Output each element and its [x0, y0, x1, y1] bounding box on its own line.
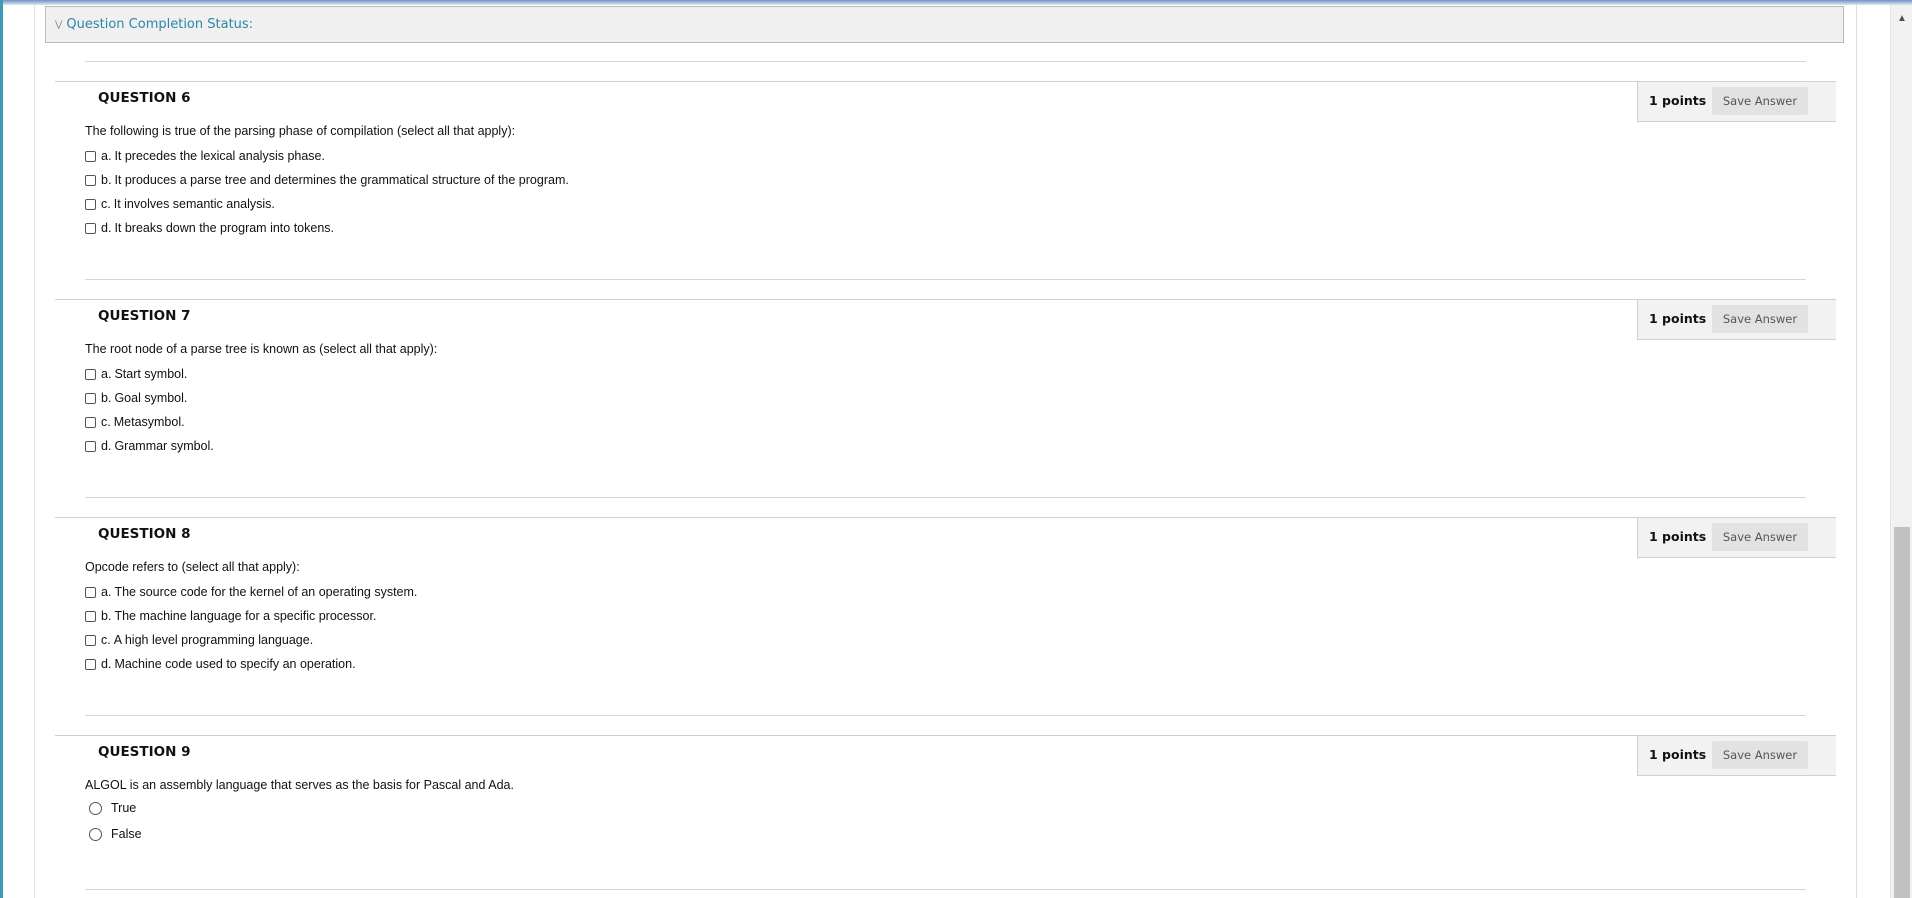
option-text[interactable]: Goal symbol. [114, 391, 187, 405]
points-label: 1 points [1649, 311, 1707, 326]
save-answer-button[interactable]: Save Answer [1712, 87, 1808, 115]
points-panel: 1 points Save Answer [1637, 518, 1836, 558]
checkbox[interactable] [85, 610, 96, 622]
option-letter: c. [101, 415, 111, 429]
checkbox[interactable] [85, 634, 96, 646]
save-answer-button[interactable]: Save Answer [1712, 741, 1808, 769]
chevron-down-icon[interactable]: ⋁ [55, 19, 62, 30]
assessment-page: ⋁ Question Completion Status: QUESTION 6… [0, 0, 1912, 898]
answer-option[interactable]: c. Metasymbol. [85, 415, 185, 429]
option-text[interactable]: Machine code used to specify an operatio… [114, 657, 355, 671]
window-top-edge [0, 0, 1912, 5]
question-completion-status-bar[interactable]: ⋁ Question Completion Status: [45, 6, 1844, 43]
points-panel: 1 points Save Answer [1637, 736, 1836, 776]
question-prompt: The root node of a parse tree is known a… [85, 342, 438, 356]
option-text[interactable]: The source code for the kernel of an ope… [114, 585, 417, 599]
answer-option[interactable]: b. Goal symbol. [85, 391, 187, 405]
checkbox[interactable] [85, 150, 96, 162]
points-panel: 1 points Save Answer [1637, 82, 1836, 122]
scroll-up-arrow-icon[interactable]: ▲ [1891, 9, 1912, 27]
option-text[interactable]: True [111, 801, 136, 815]
option-text[interactable]: It breaks down the program into tokens. [114, 221, 334, 235]
answer-option[interactable]: b. The machine language for a specific p… [85, 609, 376, 623]
checkbox[interactable] [85, 586, 96, 598]
option-text[interactable]: The machine language for a specific proc… [114, 609, 376, 623]
points-label: 1 points [1649, 747, 1707, 762]
option-text[interactable]: A high level programming language. [114, 633, 313, 647]
save-answer-button[interactable]: Save Answer [1712, 523, 1808, 551]
option-letter: b. [101, 391, 112, 405]
content-divider [1856, 5, 1857, 898]
option-letter: b. [101, 609, 112, 623]
answer-option[interactable]: a. It precedes the lexical analysis phas… [85, 149, 325, 163]
radio-button[interactable] [89, 801, 102, 815]
answer-option[interactable]: a. The source code for the kernel of an … [85, 585, 417, 599]
checkbox[interactable] [85, 658, 96, 670]
option-letter: a. [101, 367, 112, 381]
answer-option[interactable]: b. It produces a parse tree and determin… [85, 173, 569, 187]
checkbox[interactable] [85, 198, 96, 210]
option-text[interactable]: Metasymbol. [114, 415, 185, 429]
checkbox[interactable] [85, 368, 96, 380]
option-letter: a. [101, 149, 112, 163]
divider [85, 715, 1806, 716]
option-letter: d. [101, 221, 112, 235]
answer-option[interactable]: True [85, 801, 136, 815]
question-title: QUESTION 6 [98, 90, 191, 106]
divider [85, 61, 1806, 62]
option-letter: c. [101, 197, 111, 211]
checkbox[interactable] [85, 392, 96, 404]
divider [85, 889, 1806, 890]
checkbox[interactable] [85, 440, 96, 452]
radio-button[interactable] [89, 827, 102, 841]
answer-option[interactable]: c. It involves semantic analysis. [85, 197, 275, 211]
option-letter: c. [101, 633, 111, 647]
option-text[interactable]: It involves semantic analysis. [114, 197, 275, 211]
question-prompt: ALGOL is an assembly language that serve… [85, 778, 514, 792]
checkbox[interactable] [85, 416, 96, 428]
divider [55, 299, 1836, 300]
vertical-scrollbar[interactable]: ▲ [1890, 5, 1912, 898]
answer-option[interactable]: False [85, 827, 142, 841]
answer-option[interactable]: d. It breaks down the program into token… [85, 221, 334, 235]
option-letter: b. [101, 173, 112, 187]
option-text[interactable]: It precedes the lexical analysis phase. [114, 149, 325, 163]
option-text[interactable]: It produces a parse tree and determines … [114, 173, 568, 187]
answer-option[interactable]: a. Start symbol. [85, 367, 187, 381]
points-panel: 1 points Save Answer [1637, 300, 1836, 340]
divider [55, 735, 1836, 736]
divider [85, 497, 1806, 498]
points-label: 1 points [1649, 529, 1707, 544]
option-text[interactable]: Start symbol. [114, 367, 187, 381]
divider [55, 517, 1836, 518]
option-letter: d. [101, 439, 112, 453]
option-letter: d. [101, 657, 112, 671]
option-letter: a. [101, 585, 112, 599]
divider [85, 279, 1806, 280]
divider [55, 81, 1836, 82]
question-title: QUESTION 7 [98, 308, 191, 324]
question-prompt: Opcode refers to (select all that apply)… [85, 560, 300, 574]
question-title: QUESTION 9 [98, 744, 191, 760]
question-title: QUESTION 8 [98, 526, 191, 542]
answer-option[interactable]: d. Grammar symbol. [85, 439, 214, 453]
left-gutter [3, 5, 35, 898]
answer-option[interactable]: c. A high level programming language. [85, 633, 313, 647]
checkbox[interactable] [85, 174, 96, 186]
save-answer-button[interactable]: Save Answer [1712, 305, 1808, 333]
answer-option[interactable]: d. Machine code used to specify an opera… [85, 657, 356, 671]
option-text[interactable]: Grammar symbol. [114, 439, 213, 453]
points-label: 1 points [1649, 93, 1707, 108]
question-prompt: The following is true of the parsing pha… [85, 124, 516, 138]
option-text[interactable]: False [111, 827, 142, 841]
question-completion-status-label[interactable]: Question Completion Status: [66, 17, 253, 32]
scrollbar-thumb[interactable] [1894, 527, 1910, 898]
checkbox[interactable] [85, 222, 96, 234]
